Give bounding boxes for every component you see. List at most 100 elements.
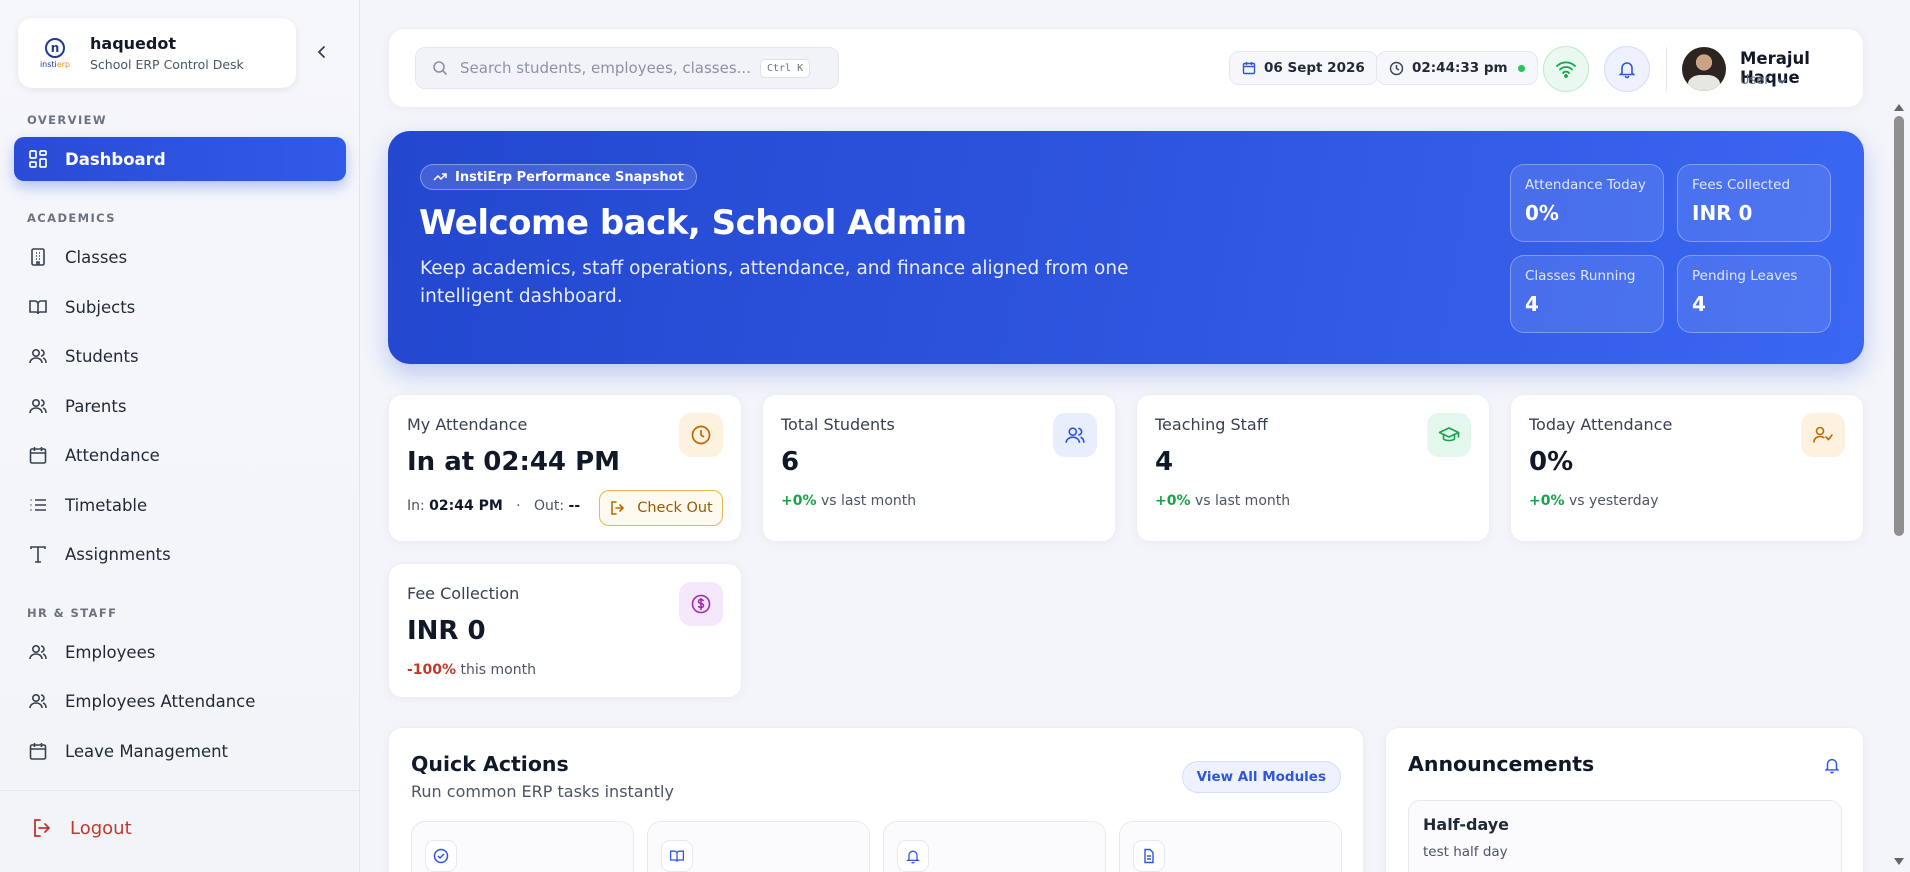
teaching-staff-card: Teaching Staff 4 +0% vs last month bbox=[1136, 394, 1490, 542]
sidebar: n instierp haquedot School ERP Control D… bbox=[0, 0, 360, 872]
panel-title: Announcements bbox=[1408, 752, 1595, 776]
sidebar-item-classes[interactable]: Classes bbox=[14, 235, 346, 279]
sidebar-item-employees-attendance[interactable]: Employees Attendance bbox=[14, 679, 346, 723]
stat-label: Classes Running bbox=[1525, 268, 1636, 284]
brand-logo: n instierp bbox=[36, 34, 74, 72]
sidebar-item-parents[interactable]: Parents bbox=[14, 384, 346, 428]
shortcut-badge: Ctrl K bbox=[760, 58, 811, 78]
card-trend: -100% this month bbox=[407, 662, 536, 678]
topbar-divider bbox=[1666, 47, 1667, 91]
sidebar-item-assignments[interactable]: Assignments bbox=[14, 532, 346, 576]
logo-text-a: insti bbox=[39, 59, 57, 69]
stat-value: 4 bbox=[1692, 292, 1706, 316]
sidebar-item-dashboard[interactable]: Dashboard bbox=[14, 137, 346, 181]
check-out-button[interactable]: Check Out bbox=[599, 490, 723, 526]
stat-fees-collected: Fees Collected INR 0 bbox=[1677, 164, 1831, 242]
graduation-cap-icon bbox=[1427, 413, 1471, 457]
avatar[interactable] bbox=[1682, 47, 1726, 91]
sidebar-item-label: Employees bbox=[65, 642, 156, 662]
today-attendance-card: Today Attendance 0% +0% vs yesterday bbox=[1510, 394, 1864, 542]
date-pill: 06 Sept 2026 bbox=[1229, 51, 1378, 85]
announcement-title: Half-daye bbox=[1423, 815, 1510, 834]
section-hr-staff: HR & STAFF bbox=[27, 606, 118, 620]
live-status-dot bbox=[1517, 64, 1525, 72]
quick-action-tile[interactable] bbox=[1119, 821, 1342, 872]
sidebar-item-subjects[interactable]: Subjects bbox=[14, 285, 346, 329]
building-icon bbox=[27, 246, 49, 268]
bell-icon bbox=[1618, 62, 1636, 79]
sidebar-item-timetable[interactable]: Timetable bbox=[14, 483, 346, 527]
wifi-icon bbox=[1556, 61, 1576, 78]
type-icon bbox=[27, 543, 49, 565]
hero-title: Welcome back, School Admin bbox=[419, 203, 967, 243]
total-students-card: Total Students 6 +0% vs last month bbox=[762, 394, 1116, 542]
scroll-down-arrow[interactable] bbox=[1894, 858, 1904, 865]
time-pill: 02:44:33 pm bbox=[1376, 51, 1538, 85]
card-value: INR 0 bbox=[407, 616, 486, 646]
view-all-modules-button[interactable]: View All Modules bbox=[1181, 761, 1341, 793]
in-time: 02:44 PM bbox=[429, 498, 503, 514]
card-title: Fee Collection bbox=[407, 584, 520, 603]
sidebar-item-label: Assignments bbox=[65, 544, 171, 564]
sidebar-item-label: Leave Management bbox=[65, 741, 229, 761]
quick-action-tile[interactable] bbox=[883, 821, 1106, 872]
sidebar-item-label: Parents bbox=[65, 396, 127, 416]
logout-label: Logout bbox=[70, 817, 132, 839]
bell-icon[interactable] bbox=[1823, 756, 1841, 774]
stat-value: 0% bbox=[1525, 201, 1559, 225]
clock-icon bbox=[1389, 61, 1404, 76]
user-role-dropdown[interactable]: User bbox=[1740, 73, 1788, 88]
connection-status-button[interactable] bbox=[1543, 46, 1589, 92]
notifications-button[interactable] bbox=[1604, 46, 1650, 92]
chevron-left-icon bbox=[317, 46, 325, 58]
trending-up-icon bbox=[433, 172, 447, 182]
logo-text-b: erp bbox=[56, 59, 71, 69]
announcement-item[interactable]: Half-daye test half day bbox=[1408, 800, 1842, 872]
brand-name: haquedot bbox=[90, 34, 176, 53]
page-scrollbar[interactable] bbox=[1890, 104, 1910, 872]
card-trend: +0% vs last month bbox=[781, 493, 917, 509]
sidebar-item-students[interactable]: Students bbox=[14, 334, 346, 378]
search-bar[interactable]: Ctrl K bbox=[415, 47, 839, 89]
card-value: 4 bbox=[1155, 447, 1174, 477]
quick-action-tile[interactable] bbox=[411, 821, 634, 872]
search-icon bbox=[433, 61, 448, 76]
dollar-circle-icon bbox=[679, 582, 723, 626]
users-icon bbox=[27, 641, 49, 663]
sidebar-item-employees[interactable]: Employees bbox=[14, 630, 346, 674]
quick-actions-panel: Quick Actions Run common ERP tasks insta… bbox=[388, 727, 1364, 872]
stat-label: Fees Collected bbox=[1692, 177, 1791, 193]
card-trend: +0% vs last month bbox=[1155, 493, 1291, 509]
card-trend: +0% vs yesterday bbox=[1529, 493, 1659, 509]
scroll-thumb[interactable] bbox=[1894, 116, 1904, 536]
card-title: Total Students bbox=[781, 415, 895, 434]
bell-icon bbox=[897, 840, 929, 872]
section-overview: OVERVIEW bbox=[27, 113, 107, 127]
sidebar-item-leave-management[interactable]: Leave Management bbox=[14, 729, 346, 773]
stat-value: INR 0 bbox=[1692, 201, 1753, 225]
file-icon bbox=[1133, 840, 1165, 872]
calendar-icon bbox=[27, 740, 49, 762]
scroll-up-arrow[interactable] bbox=[1894, 104, 1904, 111]
chevron-down-icon bbox=[1777, 78, 1787, 84]
logo-letter: n bbox=[45, 37, 65, 58]
logout-button[interactable]: Logout bbox=[30, 816, 132, 840]
book-icon bbox=[27, 296, 49, 318]
announcement-desc: test half day bbox=[1423, 844, 1508, 860]
log-out-icon bbox=[609, 499, 627, 517]
section-academics: ACADEMICS bbox=[27, 211, 116, 225]
brand-subtitle: School ERP Control Desk bbox=[90, 57, 244, 72]
sidebar-item-label: Attendance bbox=[65, 445, 160, 465]
search-input[interactable] bbox=[460, 59, 760, 77]
brand-card[interactable]: n instierp haquedot School ERP Control D… bbox=[18, 18, 296, 88]
quick-action-tile[interactable] bbox=[647, 821, 870, 872]
calendar-icon bbox=[1242, 61, 1256, 75]
announcements-panel: Announcements Half-daye test half day bbox=[1385, 727, 1864, 872]
list-icon bbox=[27, 494, 49, 516]
sidebar-item-label: Timetable bbox=[65, 495, 148, 515]
sidebar-item-label: Subjects bbox=[65, 297, 136, 317]
sidebar-item-attendance[interactable]: Attendance bbox=[14, 433, 346, 477]
stat-label: Attendance Today bbox=[1525, 177, 1646, 193]
fee-collection-card: Fee Collection INR 0 -100% this month bbox=[388, 563, 742, 698]
collapse-sidebar-button[interactable] bbox=[312, 42, 332, 62]
